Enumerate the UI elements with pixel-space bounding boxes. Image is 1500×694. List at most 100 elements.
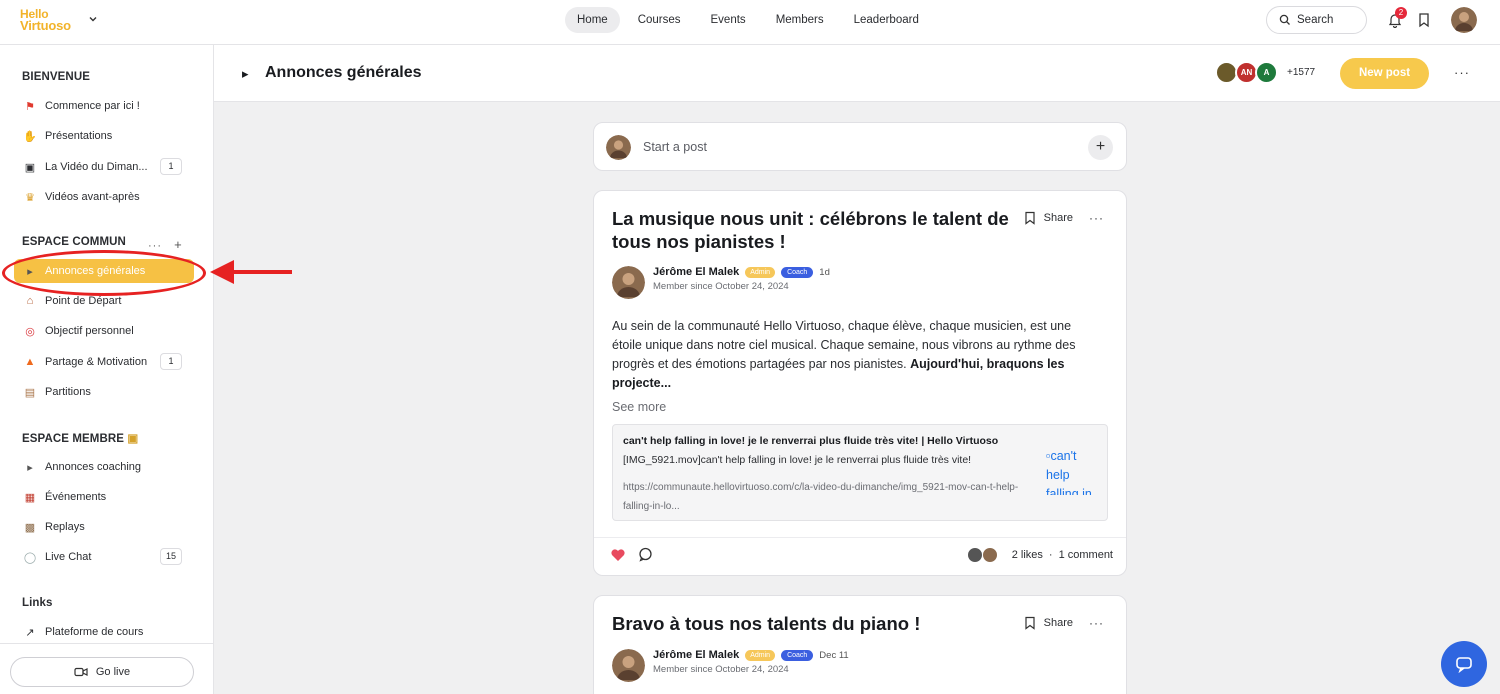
sidebar-item-partage[interactable]: ▲ Partage & Motivation 1 xyxy=(14,350,194,374)
post-stats: 2 likes · 1 comment xyxy=(966,547,1113,563)
calendar-icon: ▦ xyxy=(24,491,36,504)
sidebar-item-objectif[interactable]: ◎ Objectif personnel xyxy=(14,319,194,343)
post-author: Jérôme El Malek Admin Coach 1d Member si… xyxy=(612,266,830,299)
avatar xyxy=(606,135,631,160)
link-preview-url: https://communaute.hellovirtuoso.com/c/l… xyxy=(623,482,1019,512)
comments-count[interactable]: 1 comment xyxy=(1059,549,1113,561)
post-title[interactable]: La musique nous unit : célébrons le tale… xyxy=(612,207,1022,253)
see-more-link[interactable]: See more xyxy=(612,400,666,414)
nav-events[interactable]: Events xyxy=(699,7,758,33)
annotation-circle xyxy=(2,250,206,296)
sidebar-item-video-dimanche[interactable]: ▣ La Vidéo du Diman... 1 xyxy=(14,155,194,179)
coach-badge: Coach xyxy=(781,649,814,661)
scroll-icon: ▤ xyxy=(24,386,36,399)
sidebar-item-partitions[interactable]: ▤ Partitions xyxy=(14,380,194,404)
post-title[interactable]: Bravo à tous nos talents du piano ! xyxy=(612,612,1022,635)
sidebar: BIENVENUE ⚑ Commence par ici ! ✋ Présent… xyxy=(0,45,214,694)
user-avatar[interactable] xyxy=(1451,7,1477,33)
author-name[interactable]: Jérôme El Malek xyxy=(653,266,739,278)
sidebar-item-label: Événements xyxy=(45,491,107,503)
sidebar-item-videos-avant-apres[interactable]: ♛ Vidéos avant-après xyxy=(14,185,194,209)
comment-icon[interactable] xyxy=(638,547,653,562)
share-button[interactable]: Share xyxy=(1044,617,1073,629)
avatar xyxy=(966,547,983,563)
coach-badge: Coach xyxy=(781,266,814,278)
unread-count: 15 xyxy=(159,548,182,565)
sidebar-item-presentations[interactable]: ✋ Présentations xyxy=(14,124,194,148)
link-preview-title: can't help falling in love! je le renver… xyxy=(623,435,999,447)
sidebar-item-label: Présentations xyxy=(45,130,113,142)
link-preview-broken-image: ▫can't help falling in lo xyxy=(1046,447,1100,495)
fire-icon: ▲ xyxy=(24,356,36,368)
bookmark-icon[interactable] xyxy=(1417,12,1431,28)
chevron-down-icon[interactable] xyxy=(88,14,98,24)
section-bienvenue: BIENVENUE xyxy=(22,71,90,83)
plus-icon[interactable]: + xyxy=(1088,135,1113,160)
nav-leaderboard[interactable]: Leaderboard xyxy=(842,7,931,33)
chat-launcher-button[interactable] xyxy=(1441,641,1487,687)
add-icon[interactable]: + xyxy=(174,237,183,252)
flag-icon: ⚑ xyxy=(25,100,35,113)
sidebar-item-replays[interactable]: ▩ Replays xyxy=(14,515,194,539)
sidebar-item-label: Plateforme de cours xyxy=(45,626,144,638)
sidebar-item-label: Partage & Motivation xyxy=(45,356,148,368)
nav-members[interactable]: Members xyxy=(764,7,836,33)
author-line: Jérôme El Malek Admin Coach 1d xyxy=(653,266,830,278)
post-divider xyxy=(594,537,1126,538)
section-label: ESPACE MEMBRE xyxy=(22,433,125,445)
bookmark-icon[interactable] xyxy=(1024,616,1036,630)
more-icon[interactable]: ··· xyxy=(1089,616,1104,630)
film-icon: ▩ xyxy=(24,521,36,534)
search-icon xyxy=(1279,14,1290,25)
bookmark-icon[interactable] xyxy=(1024,211,1036,225)
section-espace-commun: ESPACE COMMUN xyxy=(22,236,126,248)
more-icon[interactable]: ··· xyxy=(148,240,162,252)
likes-count[interactable]: 2 likes xyxy=(1012,549,1043,561)
trophy-icon: ♛ xyxy=(25,191,35,204)
author-name[interactable]: Jérôme El Malek xyxy=(653,649,739,661)
sidebar-item-plateforme[interactable]: ↗ Plateforme de cours xyxy=(14,620,194,644)
notification-badge: 2 xyxy=(1395,7,1407,19)
separator: · xyxy=(1048,549,1053,561)
go-live-button[interactable]: Go live xyxy=(10,657,194,687)
page-title: Annonces générales xyxy=(265,64,422,81)
image-alt-text: can't help falling in lo xyxy=(1046,449,1092,495)
member-avatars[interactable]: AN A +1577 xyxy=(1215,61,1315,84)
sidebar-item-label: Vidéos avant-après xyxy=(45,191,140,203)
link-preview-card[interactable]: can't help falling in love! je le renver… xyxy=(612,424,1108,521)
new-post-button[interactable]: New post xyxy=(1340,58,1429,89)
member-since: Member since October 24, 2024 xyxy=(653,281,789,292)
post-card: La musique nous unit : célébrons le tale… xyxy=(593,190,1127,576)
sidebar-divider xyxy=(0,643,214,644)
more-icon[interactable]: ··· xyxy=(1454,65,1470,80)
brand-logo[interactable]: Hello Virtuoso xyxy=(20,8,82,36)
sidebar-item-label: Partitions xyxy=(45,386,91,398)
target-icon: ◎ xyxy=(25,325,35,338)
heart-icon[interactable] xyxy=(610,548,626,562)
nav-courses[interactable]: Courses xyxy=(626,7,693,33)
clapper-icon: ▣ xyxy=(24,161,36,174)
go-live-label: Go live xyxy=(95,666,131,678)
avatar[interactable] xyxy=(612,649,645,682)
share-button[interactable]: Share xyxy=(1044,212,1073,224)
post-composer[interactable]: Start a post + xyxy=(593,122,1127,171)
avatar[interactable] xyxy=(612,266,645,299)
top-bar: Hello Virtuoso Home Courses Events Membe… xyxy=(0,0,1500,45)
megaphone-icon: ▸ xyxy=(242,66,249,81)
avatar: A xyxy=(1255,61,1278,84)
nav-home[interactable]: Home xyxy=(565,7,620,33)
sidebar-item-label: Live Chat xyxy=(45,551,92,563)
sidebar-item-annonces-coaching[interactable]: ▸ Annonces coaching xyxy=(14,455,194,479)
arrow-up-right-icon: ↗ xyxy=(25,626,35,639)
more-icon[interactable]: ··· xyxy=(1089,211,1104,225)
sidebar-item-commence[interactable]: ⚑ Commence par ici ! xyxy=(14,94,194,118)
megaphone-icon: ▸ xyxy=(27,461,33,474)
section-espace-membre: ESPACE MEMBRE ▣ xyxy=(22,431,138,445)
post-reactions xyxy=(610,547,653,562)
sidebar-item-live-chat[interactable]: ◯ Live Chat 15 xyxy=(14,545,194,569)
search-button[interactable]: Search xyxy=(1266,6,1367,34)
sidebar-item-label: Commence par ici ! xyxy=(45,100,140,112)
post-actions: Share ··· xyxy=(1024,211,1104,225)
sidebar-item-evenements[interactable]: ▦ Événements xyxy=(14,485,194,509)
unread-count: 1 xyxy=(160,158,182,175)
